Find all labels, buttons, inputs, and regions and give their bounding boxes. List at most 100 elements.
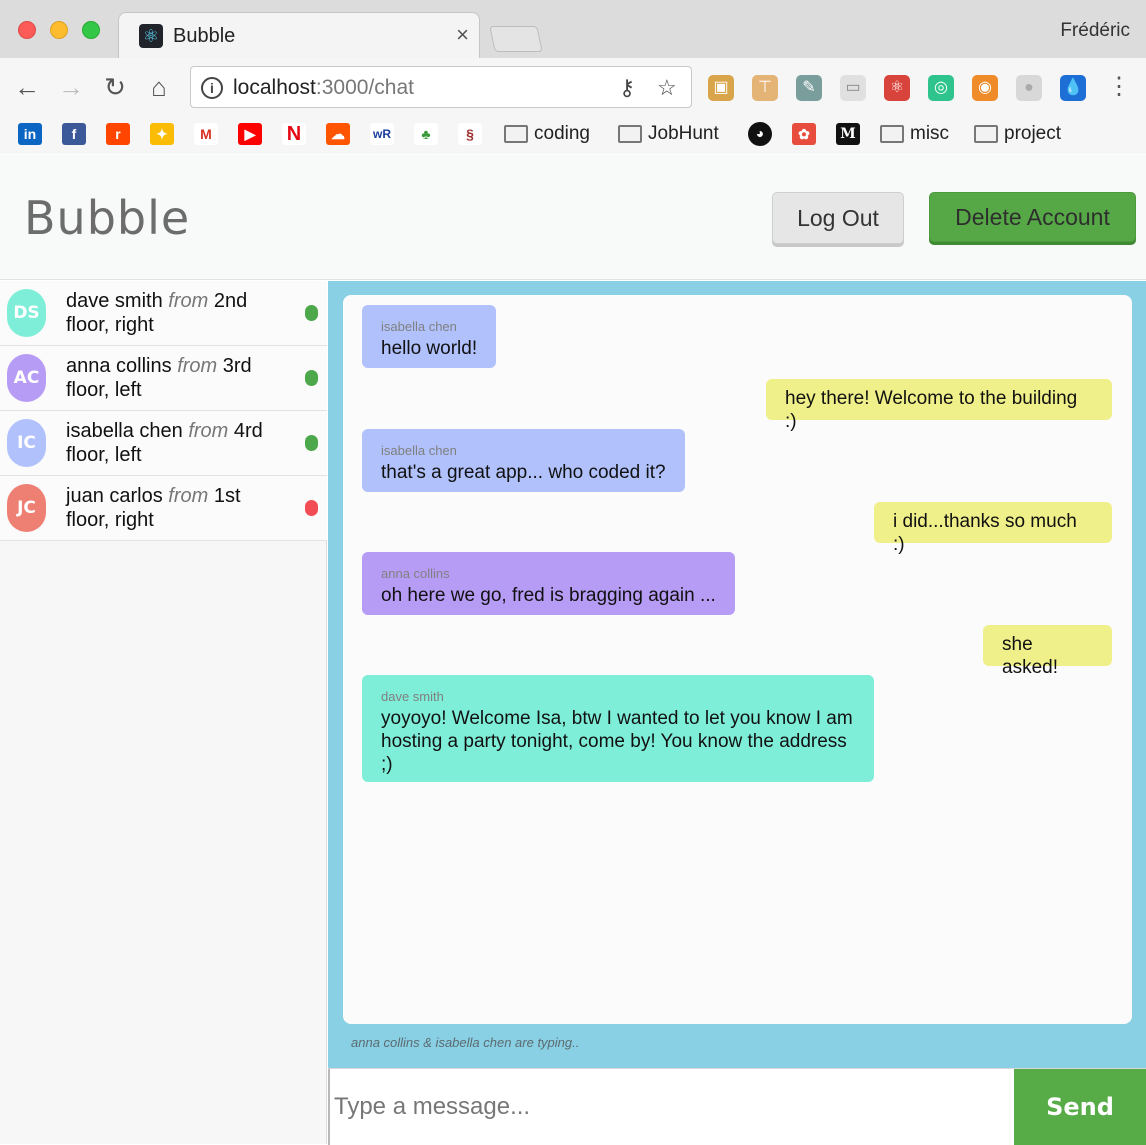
reddit-icon: r bbox=[106, 122, 130, 145]
message-sender: isabella chen bbox=[381, 443, 457, 458]
user-info: juan carlos from 1st floor, right bbox=[66, 484, 286, 532]
window-close-button[interactable] bbox=[18, 21, 36, 39]
linkedin-icon: in bbox=[18, 122, 42, 145]
browser-toolbar: ← → ↻ ⌂ i localhost:3000/chat ⚷ ☆ ▣ ⊤ ✎ … bbox=[0, 58, 1146, 118]
address-bar[interactable]: i localhost:3000/chat ⚷ ☆ bbox=[190, 66, 692, 108]
online-status-dot bbox=[305, 305, 318, 321]
reload-icon[interactable]: ↻ bbox=[100, 72, 130, 102]
user-list-item[interactable]: AC anna collins from 3rd floor, left bbox=[0, 346, 327, 411]
bookmark-label: JobHunt bbox=[648, 123, 719, 144]
bookmark-folder-misc[interactable]: misc bbox=[880, 120, 949, 148]
bookmark-codepen[interactable]: ✿ bbox=[792, 120, 816, 148]
users-sidebar: DS dave smith from 2nd floor, right AC a… bbox=[0, 281, 327, 1144]
message-bubble-outgoing: i did...thanks so much :) bbox=[874, 502, 1112, 555]
user-name: dave smith bbox=[66, 290, 163, 312]
chat-area: isabella chen hello world! hey there! We… bbox=[328, 281, 1146, 1068]
menu-kebab-icon[interactable]: ⋮ bbox=[1104, 72, 1134, 102]
message-text: hey there! Welcome to the building :) bbox=[785, 388, 1078, 432]
bookmark-star-icon[interactable]: ☆ bbox=[657, 75, 677, 101]
folder-icon bbox=[618, 124, 642, 143]
user-name: juan carlos bbox=[66, 485, 163, 507]
info-icon[interactable]: i bbox=[201, 77, 223, 99]
message-bubble-outgoing: she asked! bbox=[983, 625, 1112, 678]
avatar: DS bbox=[7, 289, 46, 337]
bookmark-photos[interactable]: ✦ bbox=[150, 120, 174, 148]
key-icon[interactable]: ⚷ bbox=[619, 75, 635, 101]
url-text[interactable]: localhost:3000/chat bbox=[233, 76, 414, 100]
bookmarks-bar: in f r ✦ M ▶ N ☁ wR ♣ § coding JobHunt ◕… bbox=[0, 118, 1146, 154]
user-list-item[interactable]: DS dave smith from 2nd floor, right bbox=[0, 281, 327, 346]
bookmark-gmail[interactable]: M bbox=[194, 120, 218, 148]
window-minimize-button[interactable] bbox=[50, 21, 68, 39]
wr-icon: wR bbox=[370, 122, 394, 145]
message-bubble-incoming: dave smith yoyoyo! Welcome Isa, btw I wa… bbox=[362, 675, 874, 782]
user-list-item[interactable]: IC isabella chen from 4rd floor, left bbox=[0, 411, 327, 476]
bookmark-reddit[interactable]: r bbox=[106, 120, 130, 148]
bookmark-label: project bbox=[1004, 123, 1062, 144]
gmail-icon: M bbox=[194, 122, 218, 145]
window-zoom-button[interactable] bbox=[82, 21, 100, 39]
bookmark-label: misc bbox=[910, 123, 950, 144]
message-bubble-incoming: anna collins oh here we go, fred is brag… bbox=[362, 552, 735, 615]
extension-sign-icon[interactable]: ⊤ bbox=[752, 75, 778, 101]
send-button[interactable]: Send bbox=[1014, 1069, 1146, 1145]
profile-name[interactable]: Frédéric bbox=[1060, 20, 1130, 42]
back-arrow-icon[interactable]: ← bbox=[12, 72, 42, 102]
extension-lifebuoy-icon[interactable]: ◉ bbox=[972, 75, 998, 101]
tab-close-icon[interactable]: × bbox=[456, 22, 469, 47]
bookmark-linkedin[interactable]: in bbox=[18, 120, 42, 148]
delete-account-button[interactable]: Delete Account bbox=[929, 192, 1136, 242]
message-bubble-outgoing: hey there! Welcome to the building :) bbox=[766, 379, 1112, 432]
bookmark-medium[interactable]: M bbox=[836, 120, 860, 148]
react-icon: ⚛ bbox=[139, 24, 163, 48]
netflix-icon: N bbox=[282, 122, 306, 145]
browser-tab-active[interactable]: ⚛ Bubble × bbox=[118, 12, 480, 58]
message-list[interactable]: isabella chen hello world! hey there! We… bbox=[343, 295, 1132, 1024]
message-sender: isabella chen bbox=[381, 319, 457, 334]
tab-title: Bubble bbox=[173, 25, 236, 47]
bookmark-youtube[interactable]: ▶ bbox=[238, 120, 262, 148]
user-info: isabella chen from 4rd floor, left bbox=[66, 419, 286, 467]
extension-target-icon[interactable]: ◎ bbox=[928, 75, 954, 101]
github-icon: ◕ bbox=[748, 121, 772, 146]
extension-react-devtools-icon[interactable]: ⚛ bbox=[884, 75, 910, 101]
facebook-icon: f bbox=[62, 122, 86, 145]
bookmark-facebook[interactable]: f bbox=[62, 120, 86, 148]
bookmark-github[interactable]: ◕ bbox=[748, 120, 772, 148]
extension-box-icon[interactable]: ▣ bbox=[708, 75, 734, 101]
logout-button[interactable]: Log Out bbox=[772, 192, 904, 244]
forward-arrow-icon[interactable]: → bbox=[56, 72, 86, 102]
extension-eyedropper-icon[interactable]: ✎ bbox=[796, 75, 822, 101]
bookmark-netflix[interactable]: N bbox=[282, 120, 306, 148]
home-icon[interactable]: ⌂ bbox=[144, 72, 174, 102]
new-tab-button[interactable] bbox=[489, 26, 543, 52]
bookmark-folder-project[interactable]: project bbox=[974, 120, 1061, 148]
avatar: IC bbox=[7, 419, 46, 467]
soundcloud-icon: ☁ bbox=[326, 122, 350, 145]
extension-drop-icon[interactable]: 💧 bbox=[1060, 75, 1086, 101]
url-path: :3000/chat bbox=[315, 76, 414, 99]
from-label: from bbox=[168, 290, 209, 312]
signature-icon: § bbox=[458, 122, 482, 145]
bookmark-folder-coding[interactable]: coding bbox=[504, 120, 590, 148]
bookmark-soundcloud[interactable]: ☁ bbox=[326, 120, 350, 148]
message-bubble-incoming: isabella chen hello world! bbox=[362, 305, 497, 368]
bookmark-folder-jobhunt[interactable]: JobHunt bbox=[618, 120, 719, 148]
folder-icon bbox=[974, 124, 998, 143]
user-list-item[interactable]: JC juan carlos from 1st floor, right bbox=[0, 476, 327, 541]
extension-window-icon[interactable]: ▭ bbox=[840, 75, 866, 101]
user-info: anna collins from 3rd floor, left bbox=[66, 354, 286, 402]
bookmark-signature[interactable]: § bbox=[458, 120, 482, 148]
plant-icon: ♣ bbox=[414, 122, 438, 145]
bookmark-label: coding bbox=[534, 123, 590, 144]
bookmark-wordreference[interactable]: wR bbox=[370, 120, 394, 148]
online-status-dot bbox=[305, 370, 318, 386]
bookmark-plant[interactable]: ♣ bbox=[414, 120, 438, 148]
browser-chrome: ⚛ Bubble × Frédéric ← → ↻ ⌂ i localhost:… bbox=[0, 0, 1146, 154]
user-info: dave smith from 2nd floor, right bbox=[66, 289, 286, 337]
message-input[interactable] bbox=[328, 1069, 1014, 1145]
extension-bulb-icon[interactable]: ● bbox=[1016, 75, 1042, 101]
url-host: localhost bbox=[233, 76, 316, 99]
from-label: from bbox=[168, 485, 209, 507]
from-label: from bbox=[177, 355, 218, 377]
